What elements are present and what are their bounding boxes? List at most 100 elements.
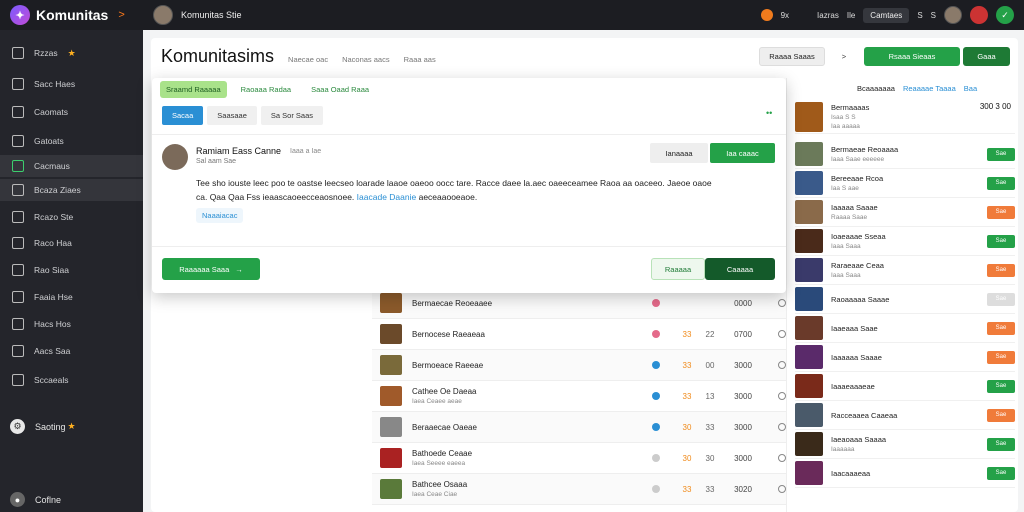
item-action-button[interactable]: Sae	[987, 408, 1015, 422]
item-action-button[interactable]: Sae	[987, 466, 1015, 480]
list-item[interactable]: Bermoeace Raeeae 33 00 3000	[372, 350, 786, 381]
sidebar-item-6[interactable]: Bcaza Ziaes	[0, 179, 143, 201]
sidebar-item-7[interactable]: Rcazo Ste	[0, 206, 143, 228]
list-item[interactable]: Bathoede Ceaae Iaea Seeee eaeea 30 30 300…	[372, 443, 786, 474]
current-user[interactable]: Komunitas Stie	[153, 5, 242, 25]
item-action-button[interactable]: Sae	[987, 263, 1015, 277]
right-list-item[interactable]: Bereeaae Rcoa Iaa S aae Sae	[795, 169, 1015, 198]
item-action-button[interactable]: Sae	[987, 321, 1015, 335]
meta-2[interactable]: Naconas aacs	[342, 55, 390, 64]
right-list-item[interactable]: Bermaaaas Isaa S S Iaa aaaaa 300 3 00	[795, 100, 1015, 134]
check-icon[interactable]: ✓	[996, 6, 1014, 24]
footer-secondary-button[interactable]: Raaaaa	[651, 258, 705, 280]
page-header: Komunitasims Naecae oac Naconas aacs Raa…	[161, 46, 436, 67]
chevron-right-icon[interactable]: >	[118, 9, 124, 21]
more-icon[interactable]	[778, 299, 786, 307]
topbar-link-2[interactable]: Ile	[847, 11, 855, 20]
more-icon[interactable]	[778, 330, 786, 338]
post-secondary-button[interactable]: Ianaaaa	[650, 143, 708, 163]
quick-label[interactable]: 9x	[781, 11, 789, 20]
item-action-button[interactable]: Sae	[987, 292, 1015, 306]
sidebar-item-8[interactable]: Raco Haa	[0, 232, 143, 254]
sidebar-item-2[interactable]: Sacc Haes	[0, 73, 143, 95]
header-secondary-button[interactable]: Raaaa Saaas	[759, 47, 825, 66]
chip-1[interactable]: Sraamd Raaaaa	[160, 81, 227, 98]
more-icon[interactable]	[778, 485, 786, 493]
tab-3[interactable]: Sa Sor Saas	[260, 106, 323, 125]
sidebar-item-label: Bcaza Ziaes	[34, 185, 81, 195]
avatar[interactable]	[162, 144, 188, 170]
item-stat-b: 13	[705, 391, 715, 401]
item-text: Iaaaaaa Saaae	[831, 353, 987, 362]
chip-3[interactable]: Saaa Oaad Raaa	[305, 81, 375, 98]
online-status[interactable]: ● Coflne	[10, 492, 61, 507]
meta-1[interactable]: Naecae oac	[288, 55, 328, 64]
sidebar-item-12[interactable]: Aacs Saa	[0, 340, 143, 362]
item-action-button[interactable]: Sae	[987, 147, 1015, 161]
sidebar-item-3[interactable]: Caomats	[0, 101, 143, 123]
item-action-button[interactable]: Sae	[987, 176, 1015, 190]
header-primary-button[interactable]: Rsaaa Sieaas	[864, 47, 960, 66]
footer-left-button[interactable]: Raaaaaa Saaa →	[162, 258, 260, 280]
sidebar-item-rzzas[interactable]: Rzzas ★	[0, 42, 143, 64]
right-list-item[interactable]: Raoaaaaa Saaae Sae	[795, 285, 1015, 314]
header-action-button[interactable]: Gaaa	[963, 47, 1010, 66]
right-list-item[interactable]: Iaaeaaa Saae Sae	[795, 314, 1015, 343]
footer-primary-button[interactable]: Caaaaa	[705, 258, 775, 280]
sidebar-item-4[interactable]: Gatoats	[0, 130, 143, 152]
tab-2[interactable]: Saasaae	[207, 106, 257, 125]
sidebar-item-9[interactable]: Rao Siaa	[0, 259, 143, 281]
more-icon[interactable]	[778, 423, 786, 431]
more-icon[interactable]	[778, 361, 786, 369]
list-item[interactable]: Beraaecae Oaeae 30 33 3000	[372, 412, 786, 443]
right-head-1[interactable]: Bcaaaaaaa	[857, 84, 895, 93]
list-item[interactable]: Bernocese Raeaeaa 33 22 0700	[372, 319, 786, 350]
user-avatar[interactable]	[944, 6, 962, 24]
topbar-button[interactable]: Camtaes	[863, 7, 910, 23]
avatar[interactable]	[153, 5, 173, 25]
saving-status[interactable]: ⚙ Saoting ★	[10, 419, 76, 434]
chevron-right-icon[interactable]: >	[839, 47, 849, 66]
right-head-2[interactable]: Reaaaae Taaaa	[903, 84, 956, 93]
tab-1[interactable]: Sacaa	[162, 106, 204, 125]
right-list-item[interactable]: Iaaaaaa Saaae Sae	[795, 343, 1015, 372]
item-action-button[interactable]: Sae	[987, 205, 1015, 219]
post-author[interactable]: Ramiam Eass Canne	[196, 146, 281, 156]
brand[interactable]: ✦ Komunitas >	[0, 5, 143, 25]
right-list-item[interactable]: Iaacaaaeaa Sae	[795, 459, 1015, 488]
right-list-item[interactable]: Iaaaaa Saaae Raaaa Saae Sae	[795, 198, 1015, 227]
right-list-item[interactable]: Iaeaoaaa Saaaa Iaaaaaa Sae	[795, 430, 1015, 459]
sidebar-item-5[interactable]: Cacmaus	[0, 155, 143, 177]
item-action-button[interactable]: Sae	[987, 234, 1015, 248]
list-item[interactable]: Bathcee Osaaa Iaea Ceae Ciae 33 33 3020	[372, 474, 786, 505]
list-item[interactable]: Cathee Oe Daeaa Iaea Ceaee aeae 33 13 300…	[372, 381, 786, 412]
meta-3[interactable]: Raaa aas	[404, 55, 436, 64]
profile-icon[interactable]	[970, 6, 988, 24]
item-text: Raraeaae Ceaa Iaaa Saaa	[831, 261, 987, 279]
post-tag[interactable]: Naaaiacac	[196, 208, 244, 223]
topbar-badge-2[interactable]: S	[931, 11, 936, 20]
sidebar-item-11[interactable]: Hacs Hos	[0, 313, 143, 335]
chip-2[interactable]: Raoaaa Radaa	[235, 81, 297, 98]
topbar-link-1[interactable]: Iazras	[817, 11, 839, 20]
right-head-3[interactable]: Baa	[964, 84, 977, 93]
post-link[interactable]: Iaacade Daanie	[357, 192, 417, 202]
item-action-button[interactable]: Sae	[987, 350, 1015, 364]
sidebar-item-10[interactable]: Faaia Hse	[0, 286, 143, 308]
item-action-button[interactable]: Sae	[987, 379, 1015, 393]
item-subtitle: Raaaa Saae	[831, 214, 868, 221]
item-stat-b: 33	[705, 484, 715, 494]
right-list-item[interactable]: Iaaaeaaaeae Sae	[795, 372, 1015, 401]
topbar-badge-1[interactable]: S	[917, 11, 922, 20]
right-list-item[interactable]: Raraeaae Ceaa Iaaa Saaa Sae	[795, 256, 1015, 285]
more-icon[interactable]: ••	[766, 108, 772, 118]
right-list-item[interactable]: Bermaeae Reoaaaa Iaaa Saae eeeeee Sae	[795, 140, 1015, 169]
item-action-button[interactable]: Sae	[987, 437, 1015, 451]
post-primary-button[interactable]: Iaa caaac	[710, 143, 775, 163]
sidebar-item-13[interactable]: Sccaeals	[0, 369, 143, 391]
right-list-item[interactable]: Ioaeaaae Sseaa Iaaa Saaa Sae	[795, 227, 1015, 256]
more-icon[interactable]	[778, 454, 786, 462]
notification-icon[interactable]	[760, 9, 773, 21]
more-icon[interactable]	[778, 392, 786, 400]
right-list-item[interactable]: Racceaaea Caaeaa Sae	[795, 401, 1015, 430]
